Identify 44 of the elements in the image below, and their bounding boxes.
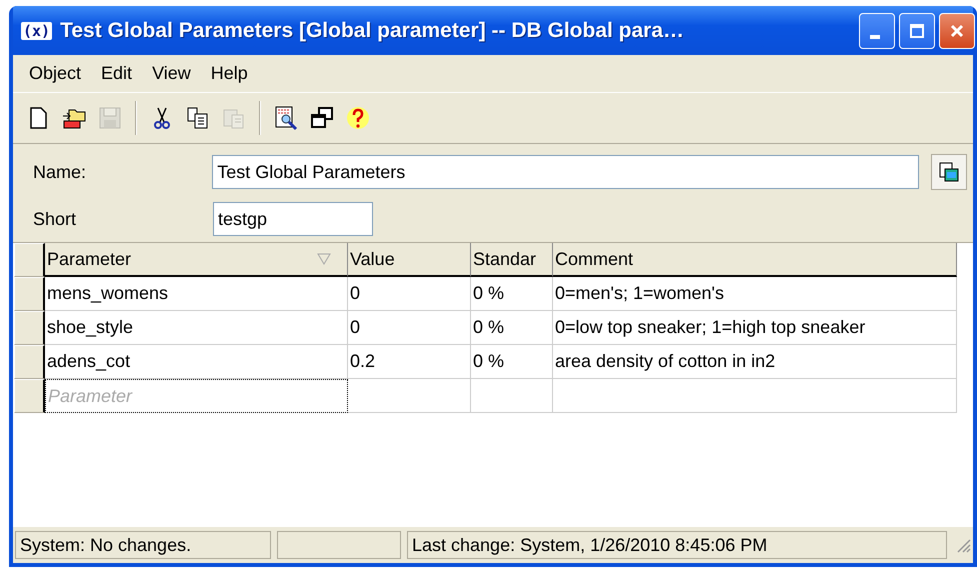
row-header[interactable] — [14, 277, 45, 311]
status-text: Last change: System, 1/26/2010 8:45:06 PM — [407, 531, 947, 559]
row-header[interactable] — [14, 379, 45, 413]
new-row-field[interactable]: Parameter — [45, 379, 348, 413]
row-header[interactable] — [14, 345, 45, 379]
menu-item[interactable]: Edit — [91, 63, 142, 84]
table-cell: adens_cot — [45, 345, 348, 379]
table-cell: 0 % — [471, 345, 553, 379]
table-cell: mens_womens — [45, 277, 348, 311]
minimize-button[interactable] — [859, 12, 895, 48]
sort-icon — [317, 253, 331, 265]
table-cell: area density of cotton in in2 — [553, 345, 957, 379]
short-label: Short — [32, 208, 78, 230]
short-field[interactable]: testgp — [213, 202, 373, 236]
column-header[interactable]: Value — [348, 243, 471, 277]
menu-item[interactable]: Object — [19, 63, 92, 84]
minimize-icon — [870, 34, 880, 38]
column-header[interactable]: Comment — [553, 243, 957, 277]
status-text: System: No changes. — [15, 531, 271, 559]
column-header[interactable]: Parameter — [45, 243, 348, 277]
table-cell: 0 % — [471, 277, 553, 311]
picker-button[interactable] — [931, 154, 967, 190]
table-cell: 0 % — [471, 311, 553, 345]
table-cell: 0 — [348, 311, 471, 345]
close-button[interactable] — [939, 12, 975, 48]
app-icon: (x) — [21, 22, 52, 40]
menu-item[interactable]: View — [142, 63, 201, 84]
column-header[interactable]: Standar — [471, 243, 553, 277]
window-title: Test Global Parameters [Global parameter] -- DB Global para… — [60, 18, 686, 42]
table-cell: 0 — [348, 277, 471, 311]
table-cell: shoe_style — [45, 311, 348, 345]
table-cell: 0=low top sneaker; 1=high top sneaker — [553, 311, 957, 345]
menu-item[interactable]: Help — [200, 63, 258, 84]
resize-grip-icon — [955, 537, 971, 553]
table-cell: 0.2 — [348, 345, 471, 379]
close-icon — [949, 22, 965, 38]
window-stack-icon — [938, 161, 960, 183]
row-header[interactable] — [14, 311, 45, 345]
maximize-icon — [909, 22, 925, 38]
table-cell: 0=men's; 1=women's — [553, 277, 957, 311]
name-label: Name: — [32, 162, 88, 182]
maximize-button[interactable] — [899, 12, 935, 48]
corner-header[interactable] — [14, 243, 45, 277]
name-field[interactable]: Test Global Parameters — [212, 155, 920, 189]
